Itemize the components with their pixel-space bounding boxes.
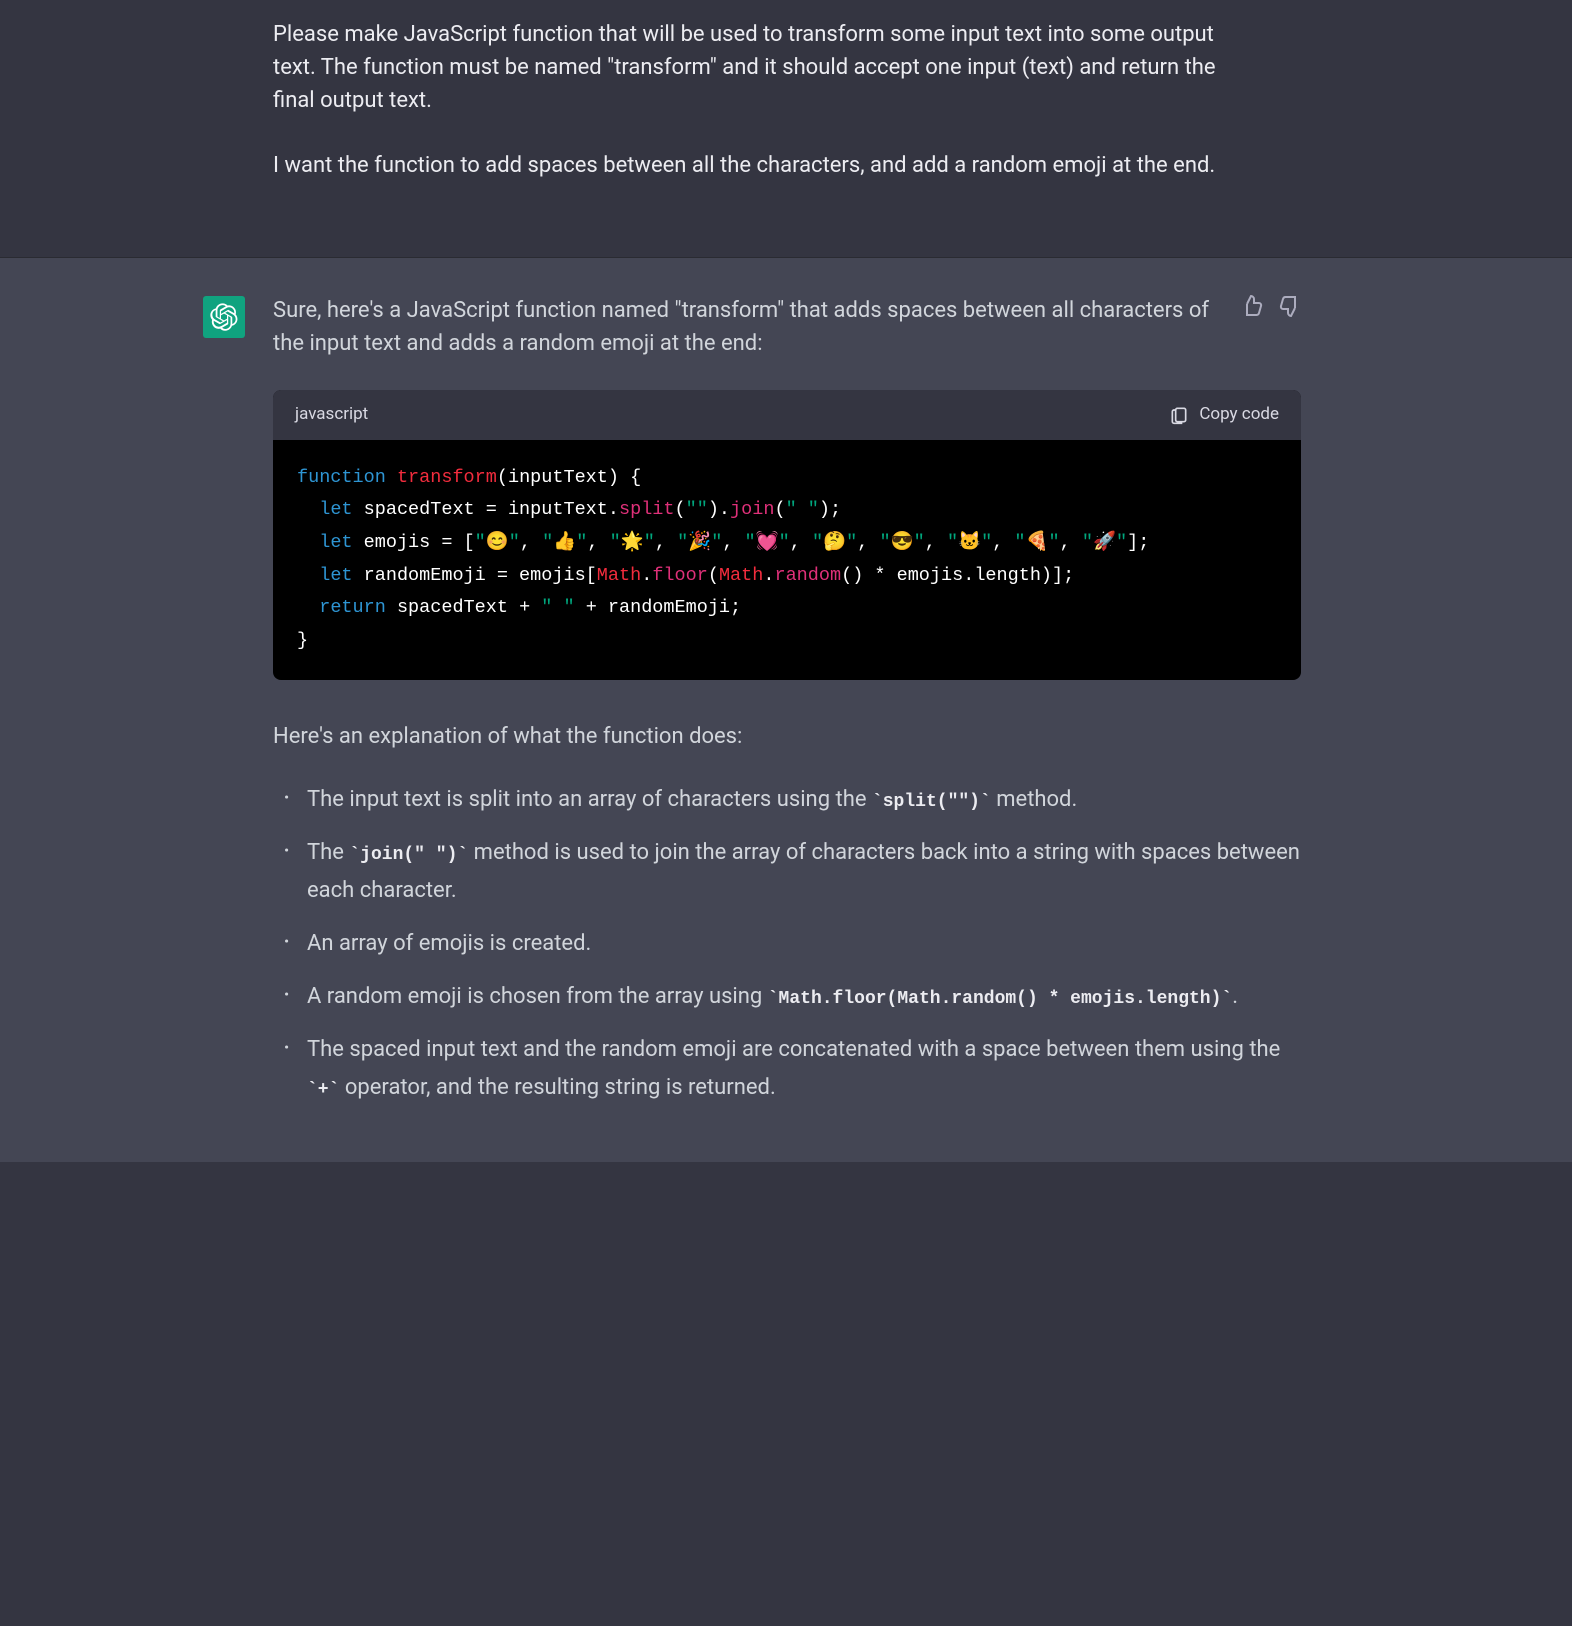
- user-paragraph-2: I want the function to add spaces betwee…: [273, 149, 1261, 182]
- list-item: The input text is split into an array of…: [287, 781, 1301, 820]
- assistant-avatar: [203, 296, 245, 338]
- thumbs-down-icon: [1278, 294, 1302, 318]
- thumbs-up-icon: [1240, 294, 1264, 318]
- clipboard-icon: [1169, 405, 1189, 425]
- copy-code-label: Copy code: [1199, 402, 1279, 428]
- assistant-message-section: Sure, here's a JavaScript function named…: [0, 258, 1572, 1162]
- user-message-section: Please make JavaScript function that wil…: [0, 0, 1572, 258]
- feedback-buttons: [1240, 294, 1304, 320]
- list-item: An array of emojis is created.: [287, 925, 1301, 964]
- openai-logo-icon: [210, 303, 238, 331]
- explanation-intro: Here's an explanation of what the functi…: [273, 720, 1301, 753]
- code-header: javascript Copy code: [273, 390, 1301, 440]
- thumbs-up-button[interactable]: [1240, 294, 1266, 320]
- copy-code-button[interactable]: Copy code: [1169, 402, 1279, 428]
- list-item: The spaced input text and the random emo…: [287, 1031, 1301, 1108]
- code-content: function transform(inputText) { let spac…: [273, 440, 1301, 680]
- user-paragraph-1: Please make JavaScript function that wil…: [273, 18, 1261, 117]
- assistant-intro-text: Sure, here's a JavaScript function named…: [273, 294, 1301, 360]
- list-item: A random emoji is chosen from the array …: [287, 978, 1301, 1017]
- list-item: The `join(" ")` method is used to join t…: [287, 834, 1301, 911]
- thumbs-down-button[interactable]: [1278, 294, 1304, 320]
- user-message-text: Please make JavaScript function that wil…: [271, 18, 1301, 182]
- explanation-list: The input text is split into an array of…: [273, 781, 1301, 1108]
- code-block: javascript Copy code function transform(…: [273, 390, 1301, 680]
- code-language-label: javascript: [295, 402, 368, 428]
